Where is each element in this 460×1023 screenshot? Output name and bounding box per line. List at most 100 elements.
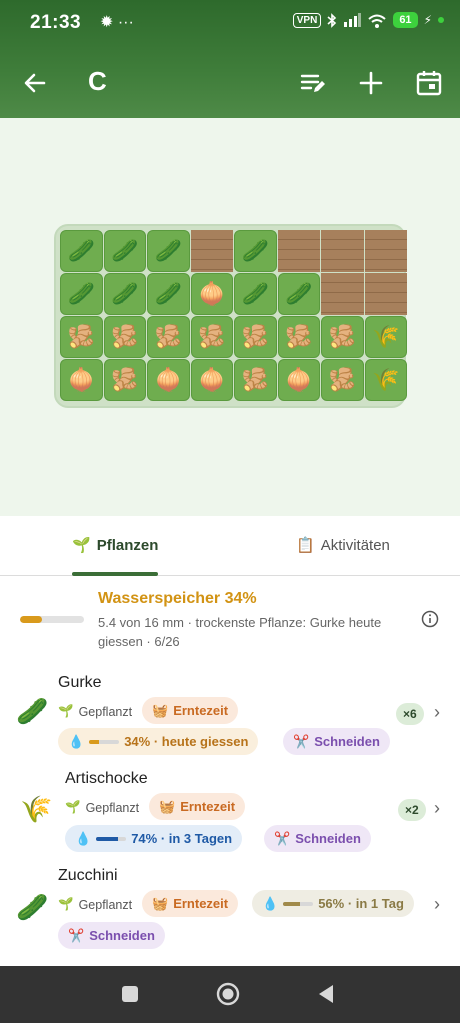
ginger-cell[interactable]: 🫚: [321, 359, 364, 401]
water-title: Wasserspeicher 34%: [98, 590, 257, 607]
status-time: 21:33: [30, 12, 82, 33]
status-bar: 21:33 ✹ ··· VPN 61 ⚡: [0, 0, 460, 44]
tab-plants-label: Pflanzen: [96, 536, 159, 554]
chevron-right-icon[interactable]: ›: [434, 894, 440, 915]
cucumber-cell[interactable]: 🥒: [234, 230, 277, 272]
empty-soil-cell[interactable]: [364, 273, 407, 315]
tab-plants[interactable]: 🌱 Pflanzen: [72, 536, 159, 555]
planted-status: 🌱 Gepflanzt: [58, 704, 133, 719]
empty-soil-cell[interactable]: [364, 230, 407, 272]
notification-icons: ✹ ···: [100, 14, 134, 31]
zucchini-icon: 🥒: [16, 892, 49, 922]
ginger-cell[interactable]: 🫚: [321, 316, 364, 358]
basket-icon: 🧺: [152, 702, 169, 718]
tab-bar: 🌱 Pflanzen 📋 Aktivitäten: [0, 516, 460, 576]
count-badge: ×6: [396, 703, 424, 725]
sprout-icon: 🌱: [72, 537, 91, 554]
artichoke-icon: 🌾: [20, 794, 53, 824]
edit-list-icon[interactable]: [298, 68, 328, 98]
plant-row-zucchini[interactable]: 🥒 Zucchini 🌱 Gepflanzt 🧺 Erntezeit 💧 56%…: [0, 860, 460, 960]
empty-soil-cell[interactable]: [277, 230, 320, 272]
wifi-icon: [368, 14, 386, 28]
ginger-cell[interactable]: 🫚: [190, 316, 233, 358]
water-mini-bar: [89, 739, 120, 744]
scissors-icon: ✂️: [68, 927, 85, 943]
water-chip[interactable]: 💧 56% · in 1 Tag: [252, 890, 414, 917]
prune-chip[interactable]: ✂️ Schneiden: [264, 825, 371, 852]
planted-status: 🌱 Gepflanzt: [65, 800, 140, 815]
ginger-cell[interactable]: 🫚: [234, 359, 277, 401]
cucumber-cell[interactable]: 🥒: [60, 273, 103, 315]
back-arrow-icon[interactable]: [20, 68, 50, 98]
garden-bed[interactable]: 🥒 🥒 🥒 🥒 🥒 🥒 🥒 🧅 🥒 🥒 🫚 🫚 🫚 🫚 🫚 🫚 🫚 🌾 🧅 🫚 🧅 🧅 🫚 🧅 🫚 🌾: [54, 224, 407, 408]
calendar-icon[interactable]: [414, 68, 444, 98]
back-triangle-icon[interactable]: [313, 981, 339, 1007]
plant-row-gurke[interactable]: 🥒 Gurke 🌱 Gepflanzt 🧺 Erntezeit 💧 34% · …: [0, 666, 460, 762]
cucumber-cell[interactable]: 🥒: [277, 273, 320, 315]
ginger-cell[interactable]: 🫚: [147, 316, 190, 358]
water-chip[interactable]: 💧 74% · in 3 Tagen: [65, 825, 243, 852]
harvest-chip[interactable]: 🧺 Erntezeit: [149, 793, 246, 820]
system-nav-bar: [0, 966, 460, 1023]
water-mini-bar: [96, 836, 127, 841]
plant-row-artischocke[interactable]: 🌾 Artischocke 🌱 Gepflanzt 🧺 Erntezeit 💧 …: [0, 762, 460, 860]
water-chip[interactable]: 💧 34% · heute giessen: [58, 728, 259, 755]
basket-icon: 🧺: [152, 895, 169, 911]
prune-chip[interactable]: ✂️ Schneiden: [58, 922, 165, 949]
garden-area: 🥒 🥒 🥒 🥒 🥒 🥒 🥒 🧅 🥒 🥒 🫚 🫚 🫚 🫚 🫚 🫚 🫚 🌾 🧅 🫚 🧅 🧅 🫚 🧅 🫚 🌾: [0, 118, 460, 516]
prune-chip[interactable]: ✂️ Schneiden: [283, 728, 390, 755]
cucumber-cell[interactable]: 🥒: [147, 273, 190, 315]
empty-soil-cell[interactable]: [190, 230, 233, 272]
water-drop-icon: 💧: [68, 733, 85, 749]
scissors-icon: ✂️: [293, 733, 310, 749]
bed-grid: 🥒 🥒 🥒 🥒 🥒 🥒 🥒 🧅 🥒 🥒 🫚 🫚 🫚 🫚 🫚 🫚 🫚 🌾 🧅 🫚 🧅 🧅 🫚 🧅 🫚 🌾: [60, 230, 407, 401]
ginger-cell[interactable]: 🫚: [234, 316, 277, 358]
harvest-chip[interactable]: 🧺 Erntezeit: [142, 890, 239, 917]
chevron-right-icon[interactable]: ›: [434, 798, 440, 819]
ginger-cell[interactable]: 🫚: [60, 316, 103, 358]
page-title: C: [88, 66, 107, 96]
artichoke-cell[interactable]: 🌾: [364, 359, 407, 401]
water-drop-icon: 💧: [262, 895, 279, 911]
water-subtitle: 5.4 von 16 mm · trockenste Pflanze: Gurk…: [98, 615, 382, 649]
ginger-cell[interactable]: 🫚: [103, 316, 146, 358]
status-indicators: VPN 61 ⚡: [292, 12, 444, 28]
recents-icon[interactable]: [117, 981, 143, 1007]
scissors-icon: ✂️: [274, 830, 291, 846]
clipboard-icon: 📋: [296, 537, 315, 554]
water-storage-summary: Wasserspeicher 34% 5.4 von 16 mm · trock…: [0, 576, 460, 666]
harvest-chip[interactable]: 🧺 Erntezeit: [142, 697, 239, 724]
cucumber-cell[interactable]: 🥒: [147, 230, 190, 272]
onion-cell[interactable]: 🧅: [190, 273, 233, 315]
artichoke-cell[interactable]: 🌾: [364, 316, 407, 358]
basket-icon: 🧺: [159, 798, 176, 814]
cucumber-cell[interactable]: 🥒: [234, 273, 277, 315]
battery-icon: 61: [393, 12, 418, 28]
plant-name: Gurke: [58, 674, 102, 691]
chevron-right-icon[interactable]: ›: [434, 702, 440, 723]
sprout-icon: 🌱: [58, 704, 74, 718]
add-icon[interactable]: [356, 68, 386, 98]
water-level-fill: [20, 616, 42, 623]
home-icon[interactable]: [215, 981, 241, 1007]
ginger-cell[interactable]: 🫚: [277, 316, 320, 358]
tab-activities[interactable]: 📋 Aktivitäten: [296, 536, 390, 555]
vpn-icon: VPN: [292, 12, 322, 28]
info-icon[interactable]: [421, 610, 439, 628]
empty-soil-cell[interactable]: [321, 230, 364, 272]
onion-cell[interactable]: 🧅: [147, 359, 190, 401]
sprout-icon: 🌱: [58, 897, 74, 911]
empty-soil-cell[interactable]: [321, 273, 364, 315]
onion-cell[interactable]: 🧅: [277, 359, 320, 401]
plant-name: Artischocke: [65, 770, 148, 787]
app-bar: 21:33 ✹ ··· VPN 61 ⚡ C: [0, 0, 460, 118]
water-level-bar: [20, 616, 84, 623]
onion-cell[interactable]: 🧅: [190, 359, 233, 401]
cucumber-cell[interactable]: 🥒: [103, 230, 146, 272]
cucumber-cell[interactable]: 🥒: [103, 273, 146, 315]
cucumber-cell[interactable]: 🥒: [60, 230, 103, 272]
onion-cell[interactable]: 🧅: [60, 359, 103, 401]
charging-icon: ⚡: [423, 13, 432, 27]
status-dot: [438, 17, 444, 23]
ginger-cell[interactable]: 🫚: [103, 359, 146, 401]
